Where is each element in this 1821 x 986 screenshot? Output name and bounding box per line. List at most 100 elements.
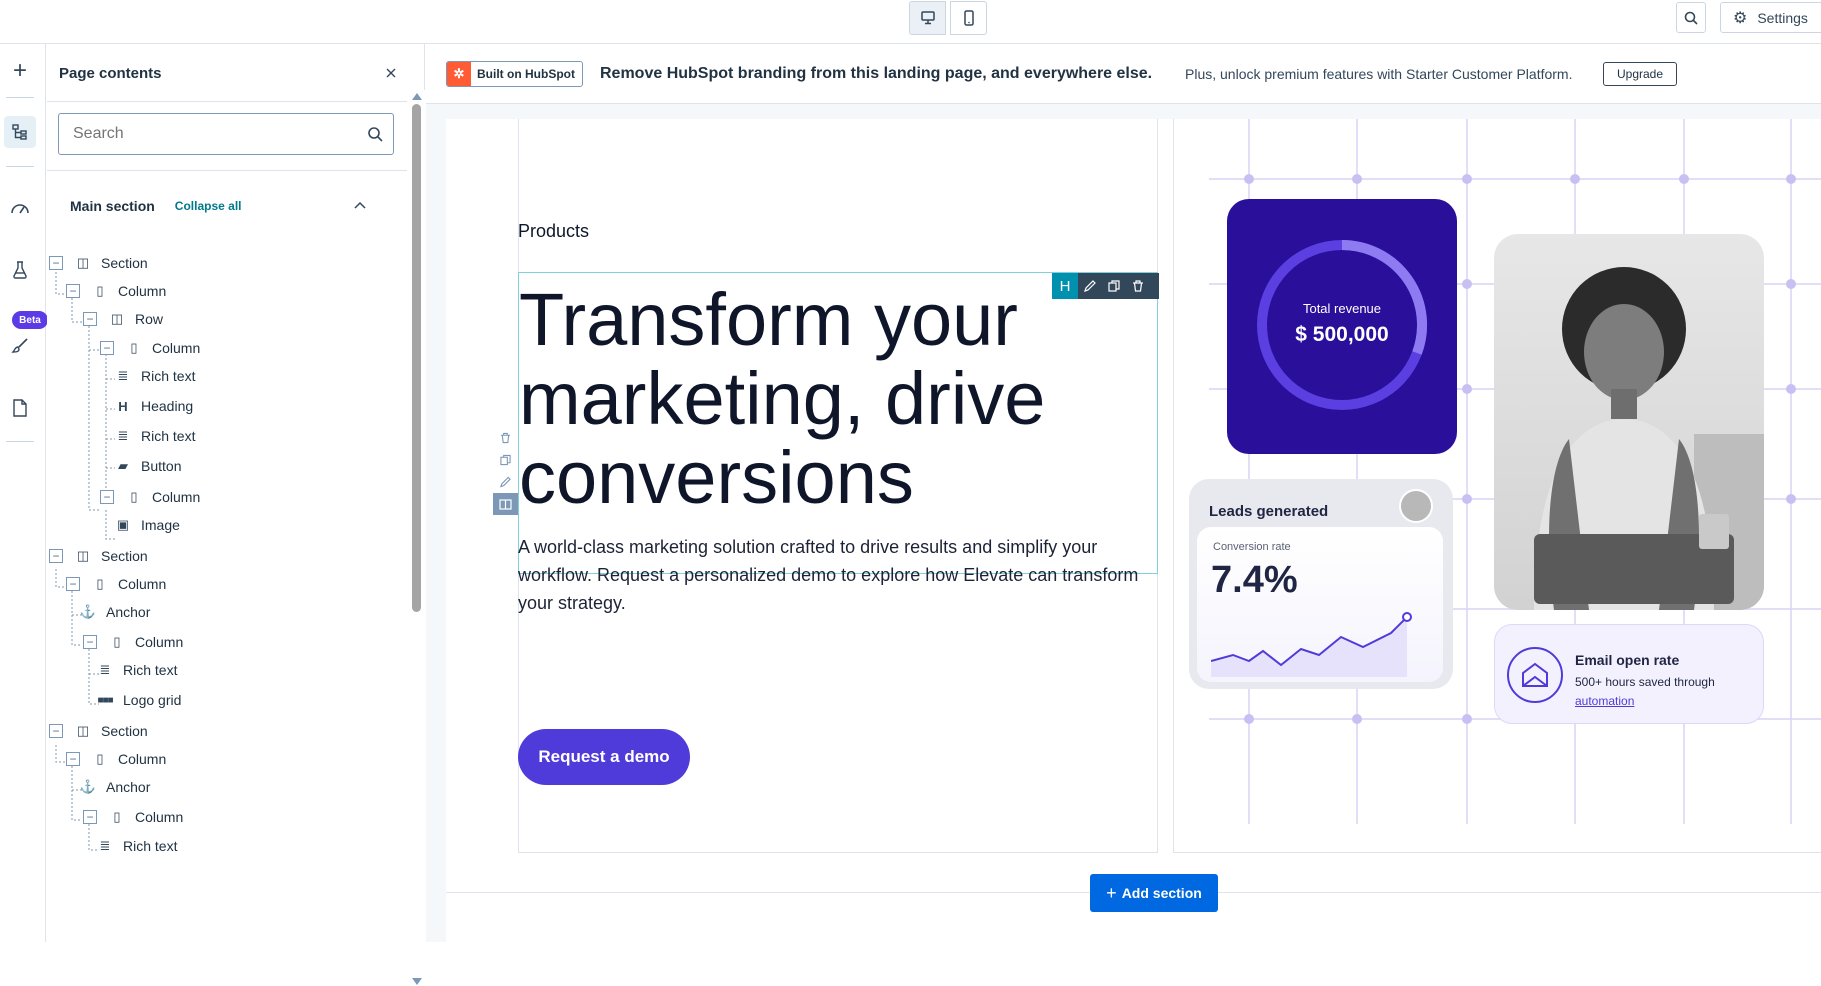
tree-item[interactable]: − ◫ Section [49,251,148,275]
heading-module[interactable]: Transform your marketing, drive conversi… [518,272,1159,574]
person-photo [1494,234,1764,610]
scrollbar-thumb[interactable] [412,104,421,612]
tree-item[interactable]: ⚓ Anchor [78,600,150,624]
leads-avatar [1399,489,1433,523]
tree-item[interactable]: − ▯ Column [100,336,200,360]
tree-item[interactable]: ≣ Rich text [113,364,196,388]
tree-item[interactable]: − ▯ Column [83,805,183,829]
section-icon: ◫ [76,548,90,563]
email-link[interactable]: automation [1575,694,1634,708]
desktop-preview-button[interactable] [909,1,946,35]
collapse-toggle[interactable]: − [49,256,63,270]
column-icon: ▯ [96,751,104,766]
mobile-preview-button[interactable] [950,1,987,35]
tree-item[interactable]: − ▯ Column [66,572,166,596]
column-icon: ▯ [130,340,138,355]
tree-item-label: Section [101,255,148,271]
tree-item[interactable]: − ▯ Column [66,747,166,771]
collapse-toggle[interactable]: − [83,810,97,824]
test-button[interactable] [4,254,36,286]
tree-item[interactable]: − ▯ Column [66,279,166,303]
hubspot-logo-icon: ✲ [447,62,471,86]
settings-button[interactable]: ⚙ Settings [1720,2,1821,33]
tree-item[interactable]: ⚓ Anchor [78,775,150,799]
scroll-up-icon[interactable] [412,92,422,100]
tree-item-label: Column [135,634,184,650]
scroll-down-icon[interactable] [412,978,422,986]
collapse-toggle[interactable]: − [66,752,80,766]
edit-module-button[interactable] [1078,280,1102,292]
section-icon: ◫ [76,255,90,270]
search-input[interactable] [73,124,343,144]
collapse-toggle[interactable]: − [83,635,97,649]
tree-item[interactable]: − ◫ Section [49,719,148,743]
tree-item-label: Column [152,489,201,505]
hubspot-badge[interactable]: ✲ Built on HubSpot [446,61,583,87]
design-button[interactable] [4,330,36,362]
banner-subtext: Plus, unlock premium features with Start… [1185,66,1573,82]
tree-item-label: Column [152,340,201,356]
conversion-sparkline [1211,612,1412,677]
conversion-label: Conversion rate [1213,541,1291,553]
envelope-icon [1522,662,1548,687]
upgrade-button[interactable]: Upgrade [1603,62,1677,86]
document-icon [13,399,27,417]
collapse-toggle[interactable]: − [100,341,114,355]
delete-row-button[interactable] [500,427,511,449]
tree-item[interactable]: ▣ Image [113,513,180,537]
add-module-button[interactable]: + [4,55,36,87]
tree-item[interactable]: ≣ Rich text [95,834,178,858]
tree-item[interactable]: ≣ Rich text [95,658,178,682]
collapse-toggle[interactable]: − [66,577,80,591]
tree-item[interactable]: − ◫ Section [49,544,148,568]
collapse-toggle[interactable]: − [100,490,114,504]
eyebrow-text[interactable]: Products [518,221,589,242]
body-text[interactable]: A world-class marketing solution crafted… [518,533,1158,617]
delete-module-button[interactable] [1126,280,1150,292]
collapse-toggle[interactable]: − [49,549,63,563]
tree-item[interactable]: − ▯ Column [100,485,200,509]
request-demo-button[interactable]: Request a demo [518,729,690,785]
tree-item[interactable]: ■■■ Logo grid [95,688,181,712]
tree-item-label: Heading [141,398,194,414]
tree-item[interactable]: − ▯ Column [83,630,183,654]
page-contents-button[interactable] [4,116,36,148]
search-icon [368,127,383,142]
add-section-button[interactable]: + Add section [1090,874,1218,912]
landing-page-preview: Products Transform your marketing, drive… [446,119,1821,942]
heading-line-3: conversions [519,436,914,519]
collapse-toggle[interactable]: − [83,312,97,326]
clone-module-button[interactable] [1102,280,1126,292]
image-icon: ▣ [116,517,130,532]
row-layout-button[interactable] [493,493,518,515]
tree-item-label: Anchor [106,604,151,620]
optimize-button[interactable] [4,192,36,224]
copy-icon [500,454,511,466]
desktop-icon [920,11,935,25]
module-type-tag: H [1052,273,1078,299]
row-toolbar [493,427,518,517]
panel-scrollbar[interactable] [408,90,425,985]
panel-divider [47,170,407,171]
tree-item[interactable]: ▰ Button [113,454,181,478]
search-button[interactable] [1676,2,1706,33]
tree-item-label: Button [141,458,182,474]
tree-item[interactable]: H Heading [113,394,193,418]
tree-item[interactable]: ≣ Rich text [113,424,196,448]
search-field[interactable] [58,113,394,155]
close-panel-button[interactable] [382,64,400,82]
tree-item[interactable]: − ◫ Row [83,307,163,331]
collapse-toggle[interactable]: − [49,724,63,738]
clone-row-button[interactable] [500,449,511,471]
banner-headline: Remove HubSpot branding from this landin… [600,65,1153,82]
anchor-icon: ⚓ [79,604,97,619]
section-icon: ◫ [76,723,90,738]
revenue-card: Total revenue $ 500,000 [1227,199,1457,454]
email-icon-ring [1507,647,1563,703]
hero-image[interactable]: Total revenue $ 500,000 Leads generated … [1179,119,1821,824]
panel-divider [47,101,407,102]
edit-row-button[interactable] [500,471,511,493]
pages-button[interactable] [4,392,36,424]
collapse-toggle[interactable]: − [66,284,80,298]
anchor-icon: ⚓ [79,779,97,794]
